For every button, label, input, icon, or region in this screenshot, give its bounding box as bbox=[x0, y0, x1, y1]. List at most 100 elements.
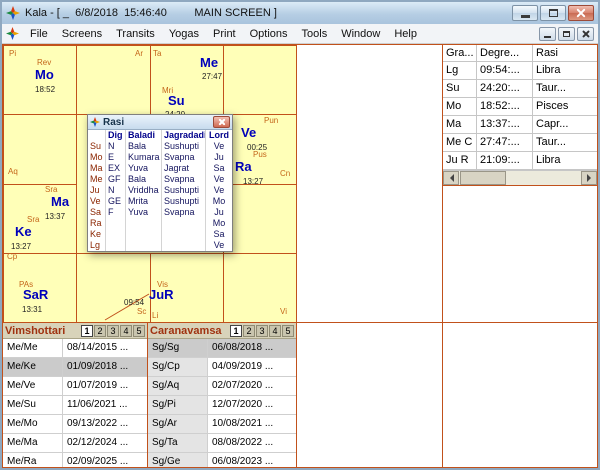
planet-table-cell: Lg bbox=[443, 62, 477, 79]
mdi-restore-button[interactable] bbox=[558, 27, 575, 41]
dasha-row[interactable]: Sg/Ta08/08/2022 ... bbox=[148, 434, 296, 453]
menu-item-file[interactable]: File bbox=[23, 25, 55, 43]
dasha-tab-3[interactable]: 3 bbox=[107, 325, 119, 337]
dasha-row[interactable]: Sg/Pi12/07/2020 ... bbox=[148, 396, 296, 415]
dasha-row[interactable]: Me/Mo09/13/2022 ... bbox=[3, 415, 147, 434]
rasi-dialog-cell: Mo bbox=[206, 218, 232, 229]
nakshatra-label-rev: Rev bbox=[37, 59, 51, 67]
rasi-dialog-cell: Yuva bbox=[126, 163, 162, 174]
menu-item-window[interactable]: Window bbox=[334, 25, 387, 43]
rasi-dialog-cell: Jagrat bbox=[162, 163, 206, 174]
client-area: PiArTaCnAqCpScLiViRevMriPunPusSraSraPAsV… bbox=[2, 44, 598, 468]
caranavamsa-tabs: 12345 bbox=[229, 325, 294, 337]
rasi-dialog-close-button[interactable] bbox=[213, 116, 230, 128]
planet-table-row[interactable]: Ju R21:09:...Libra bbox=[443, 152, 597, 170]
planet-table-row[interactable]: Lg09:54:...Libra bbox=[443, 62, 597, 80]
planet-table-scrollbar[interactable] bbox=[443, 170, 597, 185]
dasha-start-date: 08/08/2022 ... bbox=[208, 434, 296, 452]
dasha-tab-3[interactable]: 3 bbox=[256, 325, 268, 337]
dasha-period: Me/Ma bbox=[3, 434, 63, 452]
rasi-dialog-cell bbox=[162, 218, 206, 229]
rasi-dialog-cell: EX bbox=[106, 163, 126, 174]
rasi-dialog-row: MaEXYuvaJagratSa bbox=[88, 163, 232, 174]
planet-table-cell: Taur... bbox=[533, 134, 597, 151]
planet-table-row[interactable]: Me C27:47:...Taur... bbox=[443, 134, 597, 152]
rasi-dialog-cell bbox=[126, 218, 162, 229]
rasi-dialog-cell: N bbox=[106, 141, 126, 152]
planet-label-ve: Ve bbox=[241, 126, 256, 139]
maximize-button[interactable] bbox=[540, 5, 566, 21]
menu-item-tools[interactable]: Tools bbox=[295, 25, 335, 43]
dasha-tab-4[interactable]: 4 bbox=[269, 325, 281, 337]
rasi-dialog-row: KeSa bbox=[88, 229, 232, 240]
vimshottari-rows: Me/Me08/14/2015 ...Me/Ke01/09/2018 ...Me… bbox=[3, 339, 147, 467]
planet-table-cell: 13:37:... bbox=[477, 116, 533, 133]
dasha-row[interactable]: Me/Su11/06/2021 ... bbox=[3, 396, 147, 415]
rasi-dialog-row: VeGEMritaSushuptiMo bbox=[88, 196, 232, 207]
titlebar[interactable]: Kala - [ _ 6/8/2018 15:46:40 MAIN SCREEN… bbox=[2, 2, 598, 24]
dasha-tab-4[interactable]: 4 bbox=[120, 325, 132, 337]
menu-items: FileScreensTransitsYogasPrintOptionsTool… bbox=[23, 25, 424, 43]
close-button[interactable] bbox=[568, 5, 594, 21]
dasha-row[interactable]: Me/Ra02/09/2025 ... bbox=[3, 453, 147, 467]
rasi-dialog-titlebar[interactable]: Rasi bbox=[88, 115, 232, 130]
nakshatra-label-sra-ma: Sra bbox=[45, 186, 57, 194]
mdi-minimize-button[interactable] bbox=[539, 27, 556, 41]
mdi-close-button[interactable] bbox=[577, 27, 594, 41]
rasi-dialog-column-header: Jagradadi bbox=[162, 130, 206, 141]
menu-item-yogas[interactable]: Yogas bbox=[162, 25, 206, 43]
rasi-dialog-cell: Ra bbox=[88, 218, 106, 229]
rasi-dialog-column-header: Dig bbox=[106, 130, 126, 141]
dasha-row[interactable]: Me/Ve01/07/2019 ... bbox=[3, 377, 147, 396]
sign-label-ta: Ta bbox=[153, 50, 161, 58]
dasha-row[interactable]: Me/Ke01/09/2018 ... bbox=[3, 358, 147, 377]
rasi-dialog-cell: Svapna bbox=[162, 174, 206, 185]
rasi-dialog-row: SuNBalaSushuptiVe bbox=[88, 141, 232, 152]
planet-table-row[interactable]: Su24:20:...Taur... bbox=[443, 80, 597, 98]
dasha-row[interactable]: Me/Me08/14/2015 ... bbox=[3, 339, 147, 358]
dasha-row[interactable]: Sg/Aq02/07/2020 ... bbox=[148, 377, 296, 396]
menu-item-options[interactable]: Options bbox=[243, 25, 295, 43]
dasha-tab-2[interactable]: 2 bbox=[243, 325, 255, 337]
dasha-row[interactable]: Sg/Ge06/08/2023 ... bbox=[148, 453, 296, 467]
dasha-tab-1[interactable]: 1 bbox=[81, 325, 93, 337]
menu-item-screens[interactable]: Screens bbox=[55, 25, 109, 43]
dasha-tab-2[interactable]: 2 bbox=[94, 325, 106, 337]
rasi-dialog-cell: Yuva bbox=[126, 207, 162, 218]
dasha-row[interactable]: Sg/Sg06/08/2018 ... bbox=[148, 339, 296, 358]
minimize-button[interactable] bbox=[512, 5, 538, 21]
empty-panel-right-bottom bbox=[443, 323, 597, 467]
scrollbar-thumb[interactable] bbox=[460, 171, 506, 185]
dasha-row[interactable]: Me/Ma02/12/2024 ... bbox=[3, 434, 147, 453]
dasha-period: Me/Ra bbox=[3, 453, 63, 467]
rasi-dialog-cell: Mo bbox=[88, 152, 106, 163]
scroll-right-button[interactable] bbox=[581, 171, 597, 185]
dasha-tab-1[interactable]: 1 bbox=[230, 325, 242, 337]
degree-label-ke: 13:27 bbox=[11, 243, 31, 251]
child-window-icon[interactable] bbox=[6, 27, 19, 40]
rasi-dialog-cell: Ju bbox=[206, 207, 232, 218]
dasha-tab-5[interactable]: 5 bbox=[133, 325, 145, 337]
dasha-start-date: 02/07/2020 ... bbox=[208, 377, 296, 395]
menu-item-help[interactable]: Help bbox=[387, 25, 424, 43]
menu-item-transits[interactable]: Transits bbox=[109, 25, 162, 43]
dasha-row[interactable]: Sg/Cp04/09/2019 ... bbox=[148, 358, 296, 377]
rasi-dialog-column-header: Lord bbox=[206, 130, 232, 141]
caranavamsa-header: Caranavamsa 12345 bbox=[148, 323, 296, 339]
dasha-start-date: 02/09/2025 ... bbox=[63, 453, 147, 467]
rasi-dialog-cell: E bbox=[106, 152, 126, 163]
dasha-row[interactable]: Sg/Ar10/08/2021 ... bbox=[148, 415, 296, 434]
rasi-dialog-cell: Ve bbox=[206, 185, 232, 196]
rasi-dialog-cell: Sushupti bbox=[162, 185, 206, 196]
caranavamsa-dasha-table: Caranavamsa 12345 Sg/Sg06/08/2018 ...Sg/… bbox=[148, 323, 296, 467]
menu-item-print[interactable]: Print bbox=[206, 25, 243, 43]
rasi-dialog-row: MoEKumaraSvapnaJu bbox=[88, 152, 232, 163]
planet-table-row[interactable]: Mo18:52:...Pisces bbox=[443, 98, 597, 116]
scroll-left-button[interactable] bbox=[443, 171, 459, 185]
rasi-dialog-cell bbox=[106, 218, 126, 229]
planet-table-cell: Libra bbox=[533, 152, 597, 169]
nakshatra-label-pun: Pun bbox=[264, 117, 278, 125]
arrow-left-icon bbox=[446, 174, 454, 182]
dasha-tab-5[interactable]: 5 bbox=[282, 325, 294, 337]
planet-table-row[interactable]: Ma13:37:...Capr... bbox=[443, 116, 597, 134]
